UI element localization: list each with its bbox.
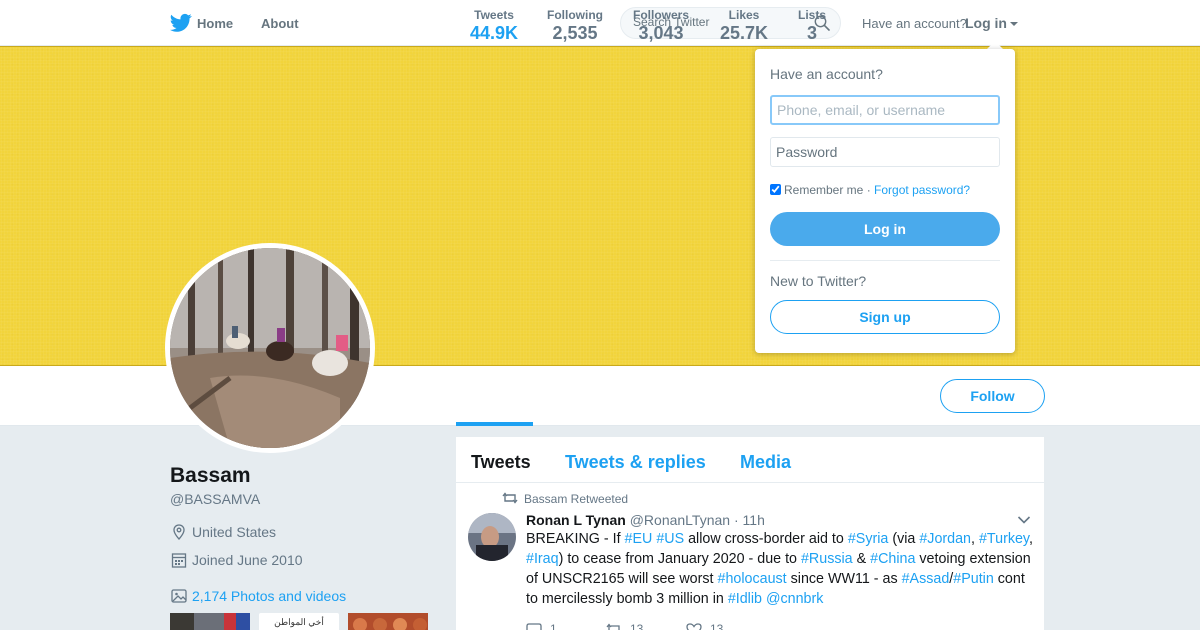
image-icon (171, 589, 187, 603)
stat-label: Tweets (474, 8, 514, 22)
hashtag-link[interactable]: #Idlib (728, 591, 762, 607)
twitter-bird-icon[interactable] (170, 13, 192, 33)
tweet-text-segment: , (971, 531, 979, 547)
tab-tweets-replies[interactable]: Tweets & replies (565, 452, 706, 473)
hashtag-link[interactable]: #US (656, 531, 684, 547)
stat-following[interactable]: Following 2,535 (547, 8, 603, 44)
stat-label: Likes (728, 8, 760, 22)
tweet-text-segment: , (1029, 531, 1034, 547)
heart-icon (686, 623, 702, 630)
media-thumbnail[interactable] (170, 613, 250, 630)
separator-dot: · (866, 183, 871, 197)
stat-value: 44.9K (470, 23, 519, 43)
divider (770, 260, 1000, 261)
hashtag-link[interactable]: #Russia (801, 551, 853, 567)
hashtag-link[interactable]: #holocaust (718, 571, 787, 587)
retweeted-by-text: Bassam Retweeted (524, 492, 629, 506)
tweet-author-avatar[interactable] (468, 513, 516, 561)
media-thumbnail[interactable] (348, 613, 428, 630)
retweet-button[interactable]: 13 (606, 622, 643, 630)
stat-value: 3,043 (638, 23, 684, 43)
login-dropdown-toggle[interactable]: Log in (965, 15, 1018, 31)
stat-label: Followers (633, 8, 690, 22)
like-count: 13 (710, 622, 724, 630)
follow-button[interactable]: Follow (940, 379, 1045, 413)
hashtag-link[interactable]: #Jordan (919, 531, 971, 547)
tweet-author-handle[interactable]: @RonanLTynan (630, 512, 730, 528)
avatar-photo (170, 248, 370, 448)
tweet-text-segment: ) to cease from January 2020 - due to (558, 551, 801, 567)
password-field[interactable] (770, 137, 1000, 167)
photos-videos-text: 2,174 Photos and videos (192, 588, 347, 604)
hashtag-link[interactable]: #Assad (902, 571, 950, 587)
joined-text: Joined June 2010 (192, 552, 303, 568)
login-button[interactable]: Log in (770, 212, 1000, 246)
stat-value: 3 (807, 23, 818, 43)
remember-row: Remember me · Forgot password? (770, 183, 970, 197)
timeline-tabs: Tweets Tweets & replies Media (456, 437, 1044, 483)
caret-down-icon (1010, 22, 1018, 27)
retweet-count: 13 (630, 622, 644, 630)
tweet-header: Ronan L Tynan @RonanLTynan · 11h (526, 512, 765, 528)
stat-likes[interactable]: Likes 25.7K (720, 8, 768, 44)
hashtag-link[interactable]: @cnnbrk (766, 591, 823, 607)
signup-button[interactable]: Sign up (770, 300, 1000, 334)
tab-tweets[interactable]: Tweets (471, 452, 531, 473)
reply-count: 1 (550, 622, 557, 630)
remember-me-checkbox[interactable] (770, 184, 781, 195)
new-to-twitter-text: New to Twitter? (770, 273, 867, 289)
stat-label: Lists (798, 8, 827, 22)
have-account-text: Have an account? (862, 16, 967, 31)
reply-icon (526, 623, 542, 630)
retweet-icon (502, 492, 518, 504)
tweet-text-segment: since WW11 - as (786, 571, 902, 587)
login-label: Log in (965, 15, 1007, 31)
stat-label: Following (547, 8, 603, 22)
location-text: United States (192, 524, 277, 540)
hashtag-link[interactable]: #Syria (848, 531, 889, 547)
tweet-text-segment: & (852, 551, 871, 567)
nav-home-link[interactable]: Home (197, 16, 233, 31)
stat-value: 25.7K (720, 23, 769, 43)
username-field[interactable] (770, 95, 1000, 125)
profile-avatar[interactable] (165, 243, 375, 453)
timeline-panel: Tweets Tweets & replies Media Bassam Ret… (456, 437, 1044, 630)
media-thumbnail[interactable]: أخي المواطن (259, 613, 339, 630)
remember-me-label[interactable]: Remember me (784, 183, 863, 197)
retweet-icon (606, 623, 620, 630)
calendar-icon (171, 553, 187, 568)
hashtag-link[interactable]: #Putin (953, 571, 994, 587)
chevron-down-icon[interactable] (1017, 515, 1031, 525)
like-button[interactable]: 13 (686, 622, 723, 630)
retweet-context: Bassam Retweeted (502, 492, 628, 506)
login-dropdown: Have an account? Remember me · Forgot pa… (755, 49, 1015, 353)
profile-name[interactable]: Bassam (170, 464, 251, 488)
active-stat-underline (456, 422, 533, 426)
hashtag-link[interactable]: #EU (625, 531, 653, 547)
forgot-password-link[interactable]: Forgot password? (874, 183, 970, 197)
profile-handle[interactable]: @BASSAMVA (170, 491, 260, 507)
tweet-timestamp[interactable]: 11h (743, 512, 765, 528)
tweet-actions: 1 13 13 (526, 622, 926, 630)
stat-tweets[interactable]: Tweets 44.9K (470, 8, 518, 44)
hashtag-link[interactable]: #China (870, 551, 915, 567)
tweet-author-name[interactable]: Ronan L Tynan (526, 512, 626, 528)
tweet-text-segment: BREAKING - If (526, 531, 625, 547)
hashtag-link[interactable]: #Iraq (526, 551, 559, 567)
tweet-text-segment: allow cross-border aid to (684, 531, 848, 547)
nav-about-link[interactable]: About (261, 16, 299, 31)
location-pin-icon (173, 524, 185, 540)
reply-button[interactable]: 1 (526, 622, 557, 630)
stat-followers[interactable]: Followers 3,043 (633, 8, 689, 44)
tab-media[interactable]: Media (740, 452, 791, 473)
stat-lists[interactable]: Lists 3 (798, 8, 826, 44)
hashtag-link[interactable]: #Turkey (979, 531, 1029, 547)
tweet-text: BREAKING - If #EU #US allow cross-border… (526, 529, 1036, 609)
dropdown-title: Have an account? (770, 66, 883, 82)
separator-dot: · (733, 512, 739, 528)
stat-value: 2,535 (552, 23, 598, 43)
tweet-text-segment: (via (888, 531, 920, 547)
